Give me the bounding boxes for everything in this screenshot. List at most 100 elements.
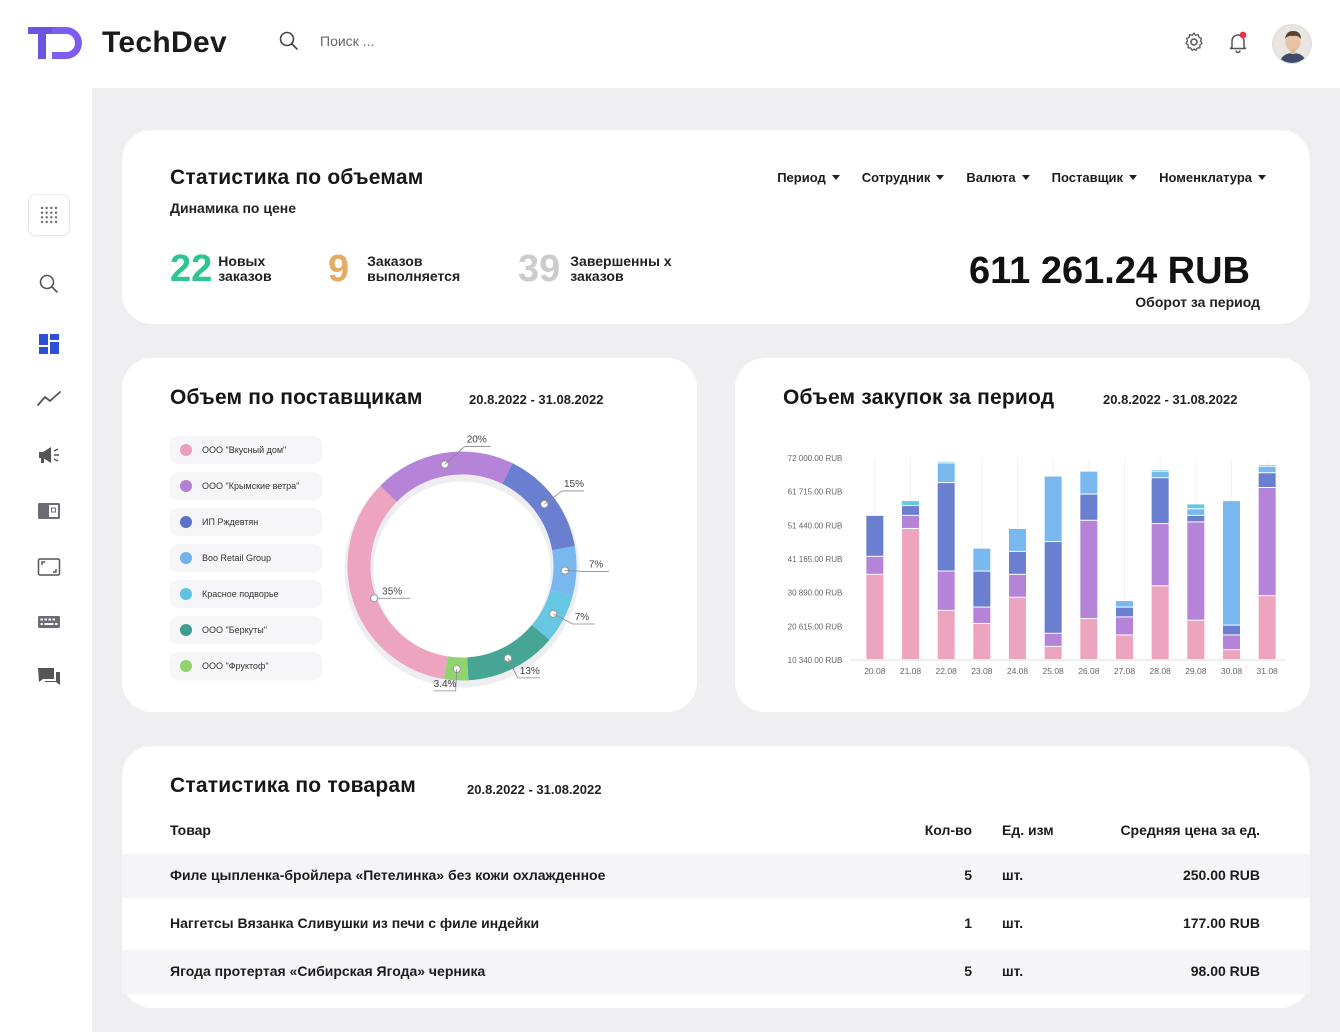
bar-segment[interactable] [866, 515, 884, 556]
filter-supplier[interactable]: Поставщик [1052, 170, 1138, 185]
bar-segment[interactable] [1258, 466, 1276, 473]
sidebar-item-search[interactable] [28, 263, 70, 305]
column-header-qty[interactable]: Кол-во [925, 822, 972, 838]
sidebar-item-campaigns[interactable] [28, 434, 70, 476]
legend-dot [180, 515, 192, 528]
sidebar-item-analytics[interactable] [28, 378, 70, 420]
table-row[interactable]: Филе цыпленка-бройлера «Петелинка» без к… [122, 854, 1310, 898]
bar-segment[interactable] [866, 574, 884, 659]
filter-currency[interactable]: Валюта [966, 170, 1030, 185]
bar-segment[interactable] [973, 548, 991, 571]
bar-segment[interactable] [1044, 633, 1062, 646]
bar-segment[interactable] [1044, 646, 1062, 659]
sidebar-item-dashboard[interactable] [28, 323, 70, 365]
legend-item[interactable]: ООО "Вкусный дом" [170, 436, 322, 463]
donut-label: 13% [520, 666, 540, 677]
bar-segment[interactable] [1151, 471, 1169, 478]
cell-qty: 5 [964, 867, 972, 883]
bar-segment[interactable] [1187, 509, 1205, 515]
trend-icon [37, 391, 61, 406]
cell-unit: шт. [1002, 867, 1024, 883]
legend-item[interactable]: Boo Retail Group [170, 544, 322, 571]
legend-dot [180, 479, 192, 492]
bar-segment[interactable] [1080, 619, 1098, 659]
bar-segment[interactable] [1009, 528, 1026, 551]
column-header-price[interactable]: Средняя цена за ед. [1120, 822, 1260, 838]
bar-segment[interactable] [937, 571, 955, 610]
cell-product: Филе цыпленка-бройлера «Петелинка» без к… [170, 867, 606, 883]
bar-segment[interactable] [1258, 488, 1276, 596]
sidebar-item-keyboard[interactable] [28, 601, 70, 643]
bar-segment[interactable] [1258, 596, 1276, 659]
bar-segment[interactable] [1151, 524, 1169, 586]
bar-segment[interactable] [902, 515, 919, 528]
donut-marker [370, 594, 379, 603]
table-row[interactable]: Наггетсы Вязанка Сливушки из печи с филе… [122, 902, 1310, 946]
bar-segment[interactable] [1187, 620, 1205, 659]
bar-segment[interactable] [1080, 494, 1098, 520]
bar-segment[interactable] [866, 556, 884, 574]
donut-label: 3.4% [434, 679, 457, 690]
bar-segment[interactable] [1009, 597, 1026, 659]
bar-segment[interactable] [1223, 635, 1240, 650]
gear-icon[interactable] [1182, 30, 1206, 54]
x-tick-label: 28.08 [1150, 666, 1172, 676]
table-header: Товар Кол-во Ед. изм Средняя цена за ед. [122, 822, 1310, 844]
bar-segment[interactable] [1080, 520, 1098, 619]
bar-segment[interactable] [1223, 650, 1240, 659]
kpi-value: 22 [170, 248, 213, 290]
document-icon [38, 503, 60, 519]
bar-segment[interactable] [1044, 476, 1062, 542]
bar-segment[interactable] [1187, 504, 1205, 509]
bar-segment[interactable] [1258, 465, 1276, 466]
bar-segment[interactable] [1116, 601, 1133, 607]
sidebar-item-screens[interactable] [28, 546, 70, 588]
bar-segment[interactable] [937, 483, 955, 571]
logo[interactable]: TechDev [26, 24, 227, 62]
column-header-product[interactable]: Товар [170, 822, 211, 838]
bar-segment[interactable] [937, 610, 955, 659]
donut-slice[interactable] [502, 463, 575, 551]
table-row[interactable]: Ягода протертая «Сибирская Ягода» черник… [122, 950, 1310, 994]
kpi-completed: 39 Завершенны х заказов [518, 250, 672, 288]
filter-nomenclature[interactable]: Номенклатура [1159, 170, 1266, 185]
avatar[interactable] [1272, 24, 1312, 64]
legend-item[interactable]: ООО "Фруктоф" [170, 652, 322, 679]
bar-segment[interactable] [973, 607, 991, 623]
bar-segment[interactable] [937, 461, 955, 463]
bar-segment[interactable] [1009, 574, 1026, 597]
bar-segment[interactable] [902, 528, 919, 659]
bar-segment[interactable] [973, 623, 991, 659]
filter-employee[interactable]: Сотрудник [862, 170, 945, 185]
bar-segment[interactable] [1258, 473, 1276, 488]
legend-item[interactable]: Красное подворье [170, 580, 322, 607]
bar-segment[interactable] [973, 571, 991, 607]
bar-segment[interactable] [902, 506, 919, 515]
filter-period[interactable]: Период [777, 170, 840, 185]
legend-item[interactable]: ООО "Беркуты" [170, 616, 322, 643]
legend-item[interactable]: ИП Рждевтян [170, 508, 322, 535]
column-header-unit[interactable]: Ед. изм [1002, 822, 1054, 838]
bar-segment[interactable] [1187, 522, 1205, 620]
search-input[interactable] [320, 33, 520, 49]
bar-segment[interactable] [937, 463, 955, 483]
bar-segment[interactable] [1151, 586, 1169, 659]
bar-segment[interactable] [902, 501, 919, 506]
bar-segment[interactable] [1116, 607, 1133, 617]
bar-segment[interactable] [1151, 478, 1169, 524]
bar-segment[interactable] [1151, 469, 1169, 471]
legend-item[interactable]: ООО "Крымские ветра" [170, 472, 322, 499]
bar-segment[interactable] [1009, 551, 1026, 574]
sidebar-item-messages[interactable] [28, 656, 70, 698]
bar-segment[interactable] [1080, 471, 1098, 494]
bar-segment[interactable] [1223, 625, 1240, 635]
bar-segment[interactable] [1116, 635, 1133, 659]
sidebar-item-documents[interactable] [28, 490, 70, 532]
bar-segment[interactable] [1116, 617, 1133, 635]
search-icon[interactable] [278, 30, 300, 52]
bar-segment[interactable] [1187, 515, 1205, 522]
bar-segment[interactable] [1044, 542, 1062, 633]
bell-icon[interactable] [1226, 30, 1250, 54]
sidebar-item-apps[interactable] [28, 194, 70, 236]
bar-segment[interactable] [1223, 501, 1240, 625]
